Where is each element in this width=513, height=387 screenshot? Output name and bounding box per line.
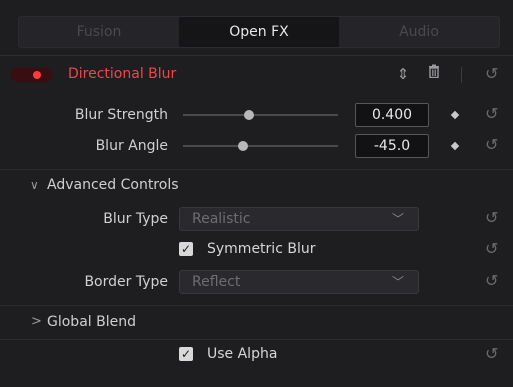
up-down-arrows-icon[interactable]: ⇕ xyxy=(393,64,413,84)
blur-angle-label: Blur Angle xyxy=(95,138,168,154)
reset-icon[interactable]: ↺ xyxy=(485,271,498,291)
blur-strength-slider[interactable] xyxy=(183,114,338,116)
blur-strength-slider-thumb[interactable] xyxy=(244,110,254,120)
divider xyxy=(0,55,513,56)
reset-icon[interactable]: ↺ xyxy=(485,208,498,228)
global-blend-header[interactable]: Global Blend xyxy=(47,312,136,332)
reset-icon[interactable]: ↺ xyxy=(485,239,498,259)
advanced-controls-header[interactable]: Advanced Controls xyxy=(47,175,179,195)
reset-icon[interactable]: ↺ xyxy=(485,104,498,124)
divider xyxy=(0,305,513,306)
border-type-label: Border Type xyxy=(84,274,168,290)
tab-fusion[interactable]: Fusion xyxy=(19,17,179,47)
keyframe-diamond-icon[interactable] xyxy=(450,110,460,120)
blur-strength-value[interactable]: 0.400 xyxy=(355,103,429,127)
toggle-indicator xyxy=(33,71,41,79)
blur-angle-slider[interactable] xyxy=(183,145,338,147)
chevron-right-icon[interactable]: > xyxy=(31,312,42,332)
tab-bar: Fusion Open FX Audio xyxy=(18,16,500,48)
keyframe-diamond-icon[interactable] xyxy=(450,141,460,151)
symmetric-blur-checkbox[interactable]: ✓ xyxy=(179,242,193,256)
blur-strength-label: Blur Strength xyxy=(74,107,168,123)
use-alpha-label: Use Alpha xyxy=(207,346,278,362)
effect-enable-toggle[interactable] xyxy=(11,68,52,82)
border-type-value: Reflect xyxy=(192,274,241,290)
reset-all-icon[interactable]: ↺ xyxy=(485,64,498,84)
blur-angle-slider-thumb[interactable] xyxy=(238,141,248,151)
chevron-down-icon: ﹀ xyxy=(391,212,404,226)
blur-type-label: Blur Type xyxy=(103,211,168,227)
trash-icon-glyph xyxy=(429,64,439,79)
effect-title[interactable]: Directional Blur xyxy=(68,64,176,84)
reset-icon[interactable]: ↺ xyxy=(485,135,498,155)
reset-icon[interactable]: ↺ xyxy=(485,344,498,364)
tab-open-fx[interactable]: Open FX xyxy=(179,17,339,47)
divider xyxy=(0,339,513,340)
blur-type-dropdown[interactable]: Realistic ﹀ xyxy=(179,207,419,231)
blur-type-value: Realistic xyxy=(192,211,251,227)
header-separator xyxy=(461,67,462,83)
divider xyxy=(0,169,513,170)
border-type-dropdown[interactable]: Reflect ﹀ xyxy=(179,270,419,294)
chevron-down-icon[interactable]: ∨ xyxy=(30,175,39,195)
blur-angle-value[interactable]: -45.0 xyxy=(355,134,429,158)
tab-audio[interactable]: Audio xyxy=(339,17,499,47)
use-alpha-checkbox[interactable]: ✓ xyxy=(179,347,193,361)
trash-icon[interactable] xyxy=(424,64,444,85)
symmetric-blur-label: Symmetric Blur xyxy=(207,241,316,257)
chevron-down-icon: ﹀ xyxy=(391,275,404,289)
